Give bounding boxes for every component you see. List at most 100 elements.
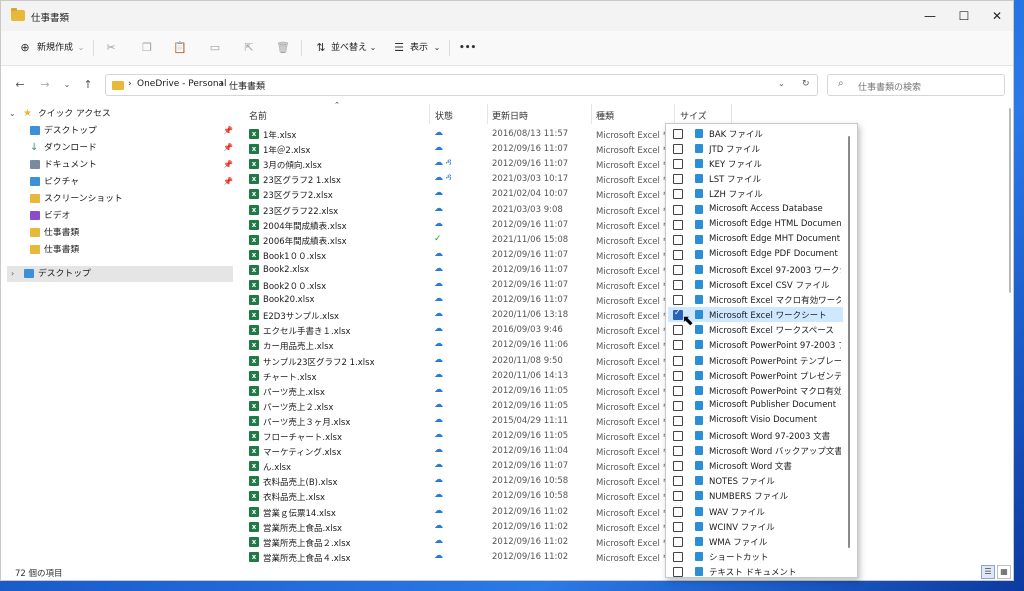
nav-item-screenshots[interactable]: スクリーンショット [1, 191, 233, 207]
rename-icon[interactable]: ▭ [207, 40, 223, 56]
filter-option[interactable]: LZH ファイル [668, 186, 843, 201]
table-row[interactable]: x マーケティング.xlsx ☁ 2012/09/16 11:04 Microsoft … [247, 444, 671, 459]
table-row[interactable]: x Book2.xlsx ☁ 2012/09/16 11:07 Microsoft Ex… [247, 263, 671, 278]
file-name[interactable]: 23区グラフ2 1.xlsx [263, 174, 341, 186]
table-row[interactable]: x 23区グラフ22.xlsx ☁ 2021/03/03 9:08 Microsoft … [247, 203, 671, 218]
filter-option[interactable]: Microsoft PowerPoint 97-2003 プ... [668, 337, 843, 352]
filter-option[interactable]: Microsoft PowerPoint テンプレート [668, 353, 843, 368]
filter-checkbox[interactable] [673, 264, 683, 275]
table-row[interactable]: x 3月の傾向.xlsx ☁ ዳ 2012/09/16 11:07 Microsoft … [247, 157, 671, 172]
chevron-down-icon[interactable]: ⌄ [73, 40, 89, 56]
nav-item-desktop[interactable]: デスクトップ 📌 [1, 123, 233, 139]
filter-checkbox[interactable] [673, 491, 683, 502]
table-row[interactable]: x 23区グラフ2 1.xlsx ☁ ዳ 2021/03/03 10:17 Micros… [247, 172, 671, 187]
filter-checkbox[interactable] [673, 144, 683, 155]
close-button[interactable]: ✕ [980, 1, 1014, 31]
table-row[interactable]: x パーツ売上３ヶ月.xlsx ☁ 2015/04/29 11:11 Microsoft… [247, 414, 671, 429]
filter-option[interactable]: Microsoft Edge MHT Document [668, 232, 843, 247]
filter-option[interactable]: Microsoft Visio Document [668, 413, 843, 428]
column-size[interactable]: サイズ [680, 109, 707, 122]
filter-checkbox[interactable] [673, 551, 683, 562]
filter-checkbox[interactable] [673, 431, 683, 441]
table-row[interactable]: x パーツ売上.xlsx ☁ 2012/09/16 11:05 Microsoft Ex… [247, 384, 671, 399]
chevron-down-icon[interactable]: ⌄ [365, 40, 381, 56]
table-row[interactable]: x 衣料品売上(B).xlsx ☁ 2012/09/16 10:58 Microsoft… [247, 474, 671, 489]
table-row[interactable]: x 営業所売上食品４.xlsx ☁ 2012/09/16 11:02 Microsoft… [247, 550, 671, 565]
filter-checkbox[interactable] [673, 159, 683, 170]
filter-option[interactable]: Microsoft PowerPoint プレゼンテー... [668, 368, 843, 383]
file-name[interactable]: Book20.xlsx [263, 295, 315, 305]
filter-checkbox[interactable] [673, 446, 683, 457]
filter-option[interactable]: Microsoft Word 97-2003 文書 [668, 428, 843, 443]
table-row[interactable]: x 営業所売上食品.xlsx ☁ 2012/09/16 11:02 Microsoft … [247, 520, 671, 535]
scrollbar-thumb[interactable] [1009, 108, 1011, 293]
table-row[interactable]: x Book1００.xlsx ☁ 2012/09/16 11:07 Microsoft … [247, 248, 671, 263]
table-row[interactable]: x Book20.xlsx ☁ 2012/09/16 11:07 Microsoft E… [247, 293, 671, 308]
filter-checkbox[interactable] [673, 476, 683, 487]
new-button[interactable]: 新規作成 [37, 40, 73, 56]
file-name[interactable]: 2006年間成績表.xlsx [263, 235, 347, 247]
details-view-button[interactable]: ☰ [981, 565, 995, 579]
filter-checkbox[interactable] [673, 129, 683, 139]
filter-option[interactable]: Microsoft Excel 97-2003 ワークシート [668, 262, 843, 277]
breadcrumb-current-folder[interactable]: 仕事書類 [229, 79, 265, 92]
nav-item-downloads[interactable]: ↓ ダウンロード 📌 [1, 140, 233, 156]
nav-item-desktop-root[interactable]: › デスクトップ [7, 266, 233, 282]
table-row[interactable]: x 営業ｇ伝票14.xlsx ☁ 2012/09/16 11:02 Microsoft … [247, 505, 671, 520]
file-name[interactable]: フローチャート.xlsx [263, 431, 342, 443]
filter-option[interactable]: Microsoft Word 文書 [668, 458, 843, 473]
filter-checkbox[interactable] [673, 295, 683, 306]
file-name[interactable]: 営業所売上食品.xlsx [263, 522, 342, 534]
nav-item-videos[interactable]: ビデオ [1, 208, 233, 224]
filter-checkbox[interactable] [673, 204, 683, 215]
maximize-button[interactable]: ☐ [947, 1, 981, 31]
table-row[interactable]: x 2006年間成績表.xlsx ✓ 2021/11/06 15:08 Microsof… [247, 233, 671, 248]
filter-checkbox[interactable] [673, 461, 683, 472]
filter-option[interactable]: Microsoft Publisher Document [668, 398, 843, 413]
file-name[interactable]: サンプル23区グラフ2 1.xlsx [263, 356, 375, 368]
dropdown-scrollbar[interactable] [848, 136, 850, 548]
nav-item-work-docs[interactable]: 仕事書類 [1, 225, 233, 241]
tiles-view-button[interactable]: ▦ [997, 565, 1011, 579]
file-name[interactable]: マーケティング.xlsx [263, 446, 341, 458]
share-icon[interactable]: ⇱ [241, 40, 257, 56]
filter-option[interactable]: Microsoft Word バックアップ文書 [668, 443, 843, 458]
column-status[interactable]: 状態 [435, 109, 453, 122]
filter-option[interactable]: Microsoft Excel マクロ有効ワークシ... [668, 292, 843, 307]
column-name[interactable]: 名前 [249, 109, 267, 122]
file-name[interactable]: ん.xlsx [263, 461, 291, 473]
file-name[interactable]: エクセル手書き１.xlsx [263, 325, 351, 337]
minimize-button[interactable]: — [913, 1, 947, 31]
file-name[interactable]: カー用品売上.xlsx [263, 340, 334, 352]
filter-option[interactable]: Microsoft Access Database [668, 202, 843, 217]
file-name[interactable]: Book2.xlsx [263, 265, 309, 275]
table-row[interactable]: x 23区グラフ2.xlsx ☁ 2021/02/04 10:07 Microsoft … [247, 187, 671, 202]
vertical-scrollbar[interactable] [1007, 104, 1013, 564]
copy-icon[interactable]: ❐ [139, 40, 155, 56]
table-row[interactable]: x 衣料品売上.xlsx ☁ 2012/09/16 10:58 Microsoft Ex… [247, 489, 671, 504]
file-name[interactable]: チャート.xlsx [263, 371, 316, 383]
filter-option[interactable]: Microsoft Excel ワークスペース [668, 322, 843, 337]
search-placeholder[interactable]: 仕事書類の検索 [858, 80, 921, 93]
file-name[interactable]: 23区グラフ2.xlsx [263, 189, 333, 201]
filter-checkbox[interactable] [673, 219, 683, 230]
table-row[interactable]: x E2D3サンプル.xlsx ☁ 2020/11/06 13:18 Microsoft… [247, 308, 671, 323]
filter-option[interactable]: ショートカット [668, 549, 843, 564]
filter-checkbox[interactable] [673, 189, 683, 200]
chevron-right-icon[interactable]: › [11, 266, 14, 282]
nav-item-quick-access[interactable]: ⌄ ★ クイック アクセス [1, 106, 233, 122]
file-name[interactable]: 3月の傾向.xlsx [263, 159, 322, 171]
file-name[interactable]: 営業所売上食品２.xlsx [263, 537, 351, 549]
column-divider[interactable] [674, 104, 675, 124]
filter-option[interactable]: BAK ファイル [668, 126, 843, 141]
table-row[interactable]: x パーツ売上２.xlsx ☁ 2012/09/16 11:05 Microsoft E… [247, 399, 671, 414]
file-name[interactable]: 1年＠2.xlsx [263, 144, 310, 156]
table-row[interactable]: x サンプル23区グラフ2 1.xlsx ☁ 2020/11/08 9:50 Micro… [247, 354, 671, 369]
file-name[interactable]: 衣料品売上(B).xlsx [263, 476, 338, 488]
nav-item-work-docs-2[interactable]: 仕事書類 [1, 242, 233, 258]
table-row[interactable]: x 営業所売上食品２.xlsx ☁ 2012/09/16 11:02 Microsoft… [247, 535, 671, 550]
filter-checkbox[interactable] [673, 174, 683, 185]
table-row[interactable]: x 2004年間成績表.xlsx ☁ 2012/09/16 11:07 Microsof… [247, 218, 671, 233]
filter-option[interactable]: Microsoft Edge HTML Document [668, 217, 843, 232]
chevron-down-icon[interactable]: ⌄ [778, 79, 785, 88]
